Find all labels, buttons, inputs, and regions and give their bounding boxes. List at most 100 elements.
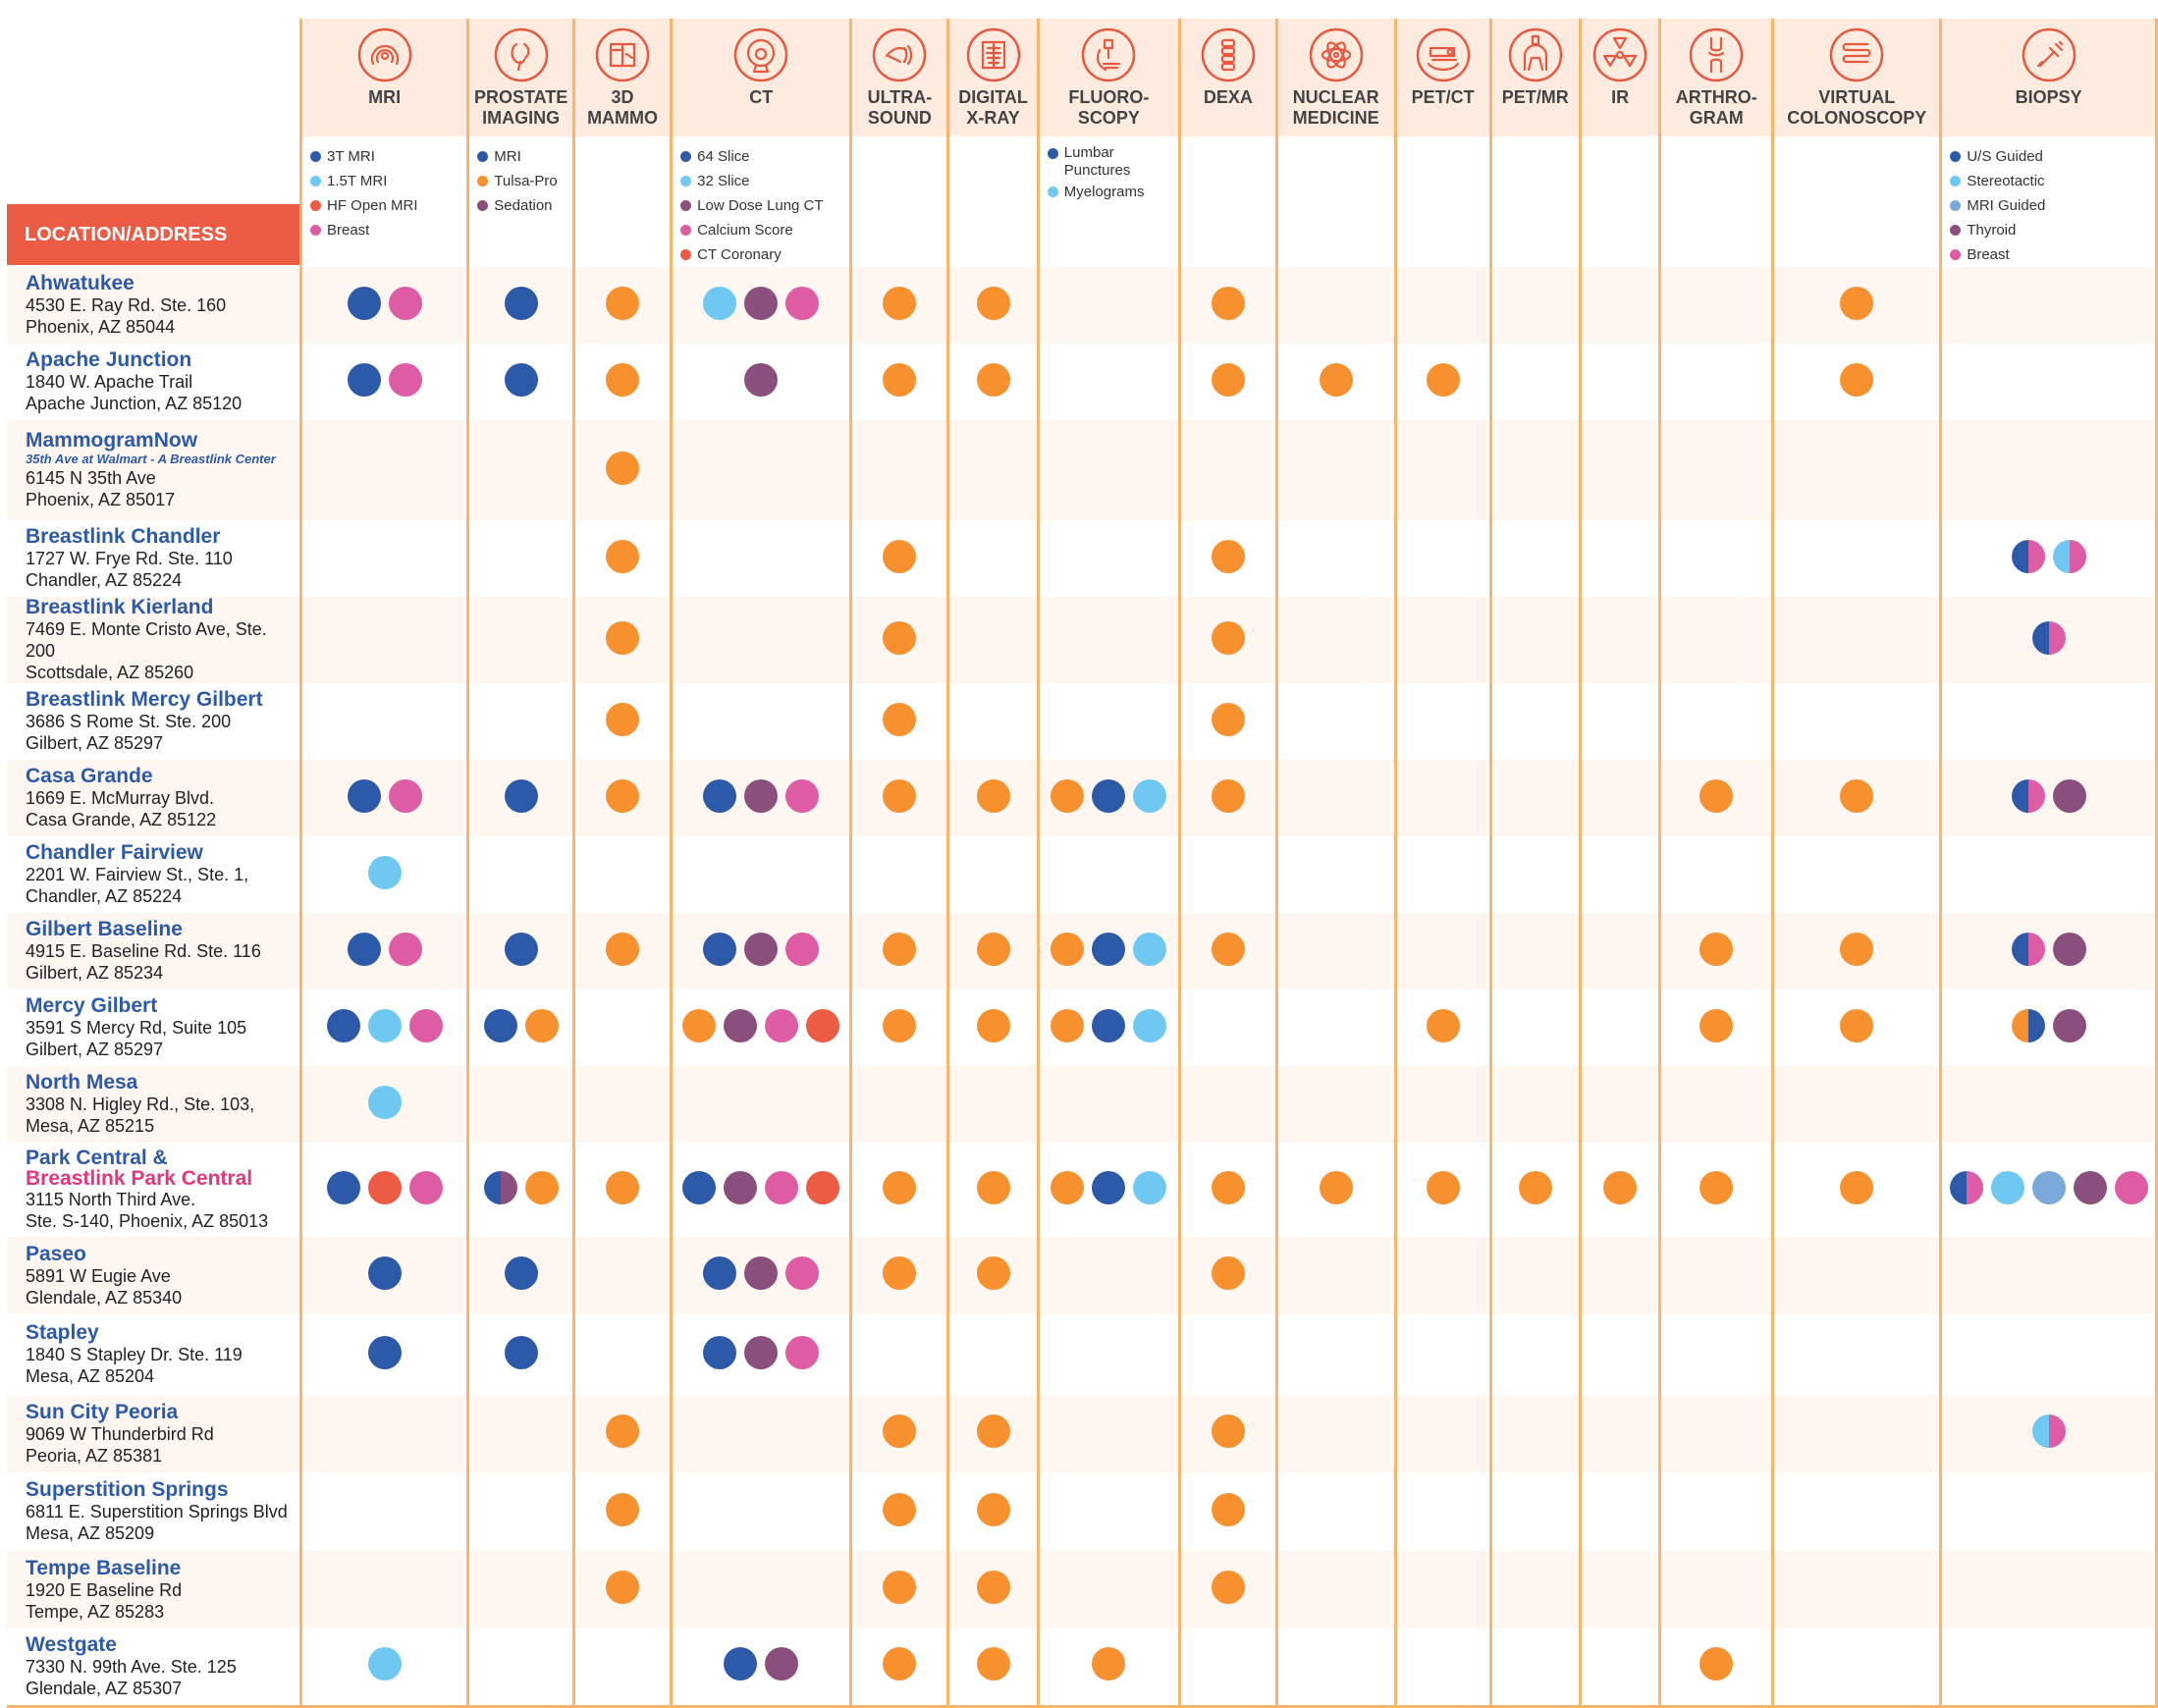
location-name[interactable]: Ahwatukee <box>26 273 299 294</box>
service-dot <box>606 286 640 320</box>
location-name[interactable]: Chandler Fairview <box>26 842 299 864</box>
service-dot <box>976 1008 1010 1042</box>
service-dot <box>606 702 640 736</box>
column-label: SCOPY <box>1077 108 1140 128</box>
column-label: DIGITAL <box>958 87 1028 107</box>
location-name[interactable]: Tempe Baseline <box>26 1557 299 1579</box>
location-address-line: Chandler, AZ 85224 <box>26 570 183 590</box>
service-cell-fluoro <box>1036 520 1180 597</box>
column-header-nuclear: NUCLEAR MEDICINE <box>1274 19 1396 136</box>
service-cell-dexa <box>1178 1237 1277 1314</box>
service-cell-ir <box>1578 683 1660 760</box>
service-dot <box>883 702 917 736</box>
location-name[interactable]: North Mesa <box>26 1072 299 1094</box>
service-cell-fluoro <box>1036 1551 1180 1628</box>
location-name[interactable]: Apache Junction <box>26 349 299 371</box>
service-dot <box>1840 286 1874 320</box>
location-name[interactable]: Mercy Gilbert <box>26 995 299 1017</box>
service-dot <box>1051 1170 1085 1204</box>
service-cell-mri <box>298 1066 468 1143</box>
location-name[interactable]: Breastlink Mercy Gilbert <box>26 689 299 711</box>
location-name[interactable]: Sun City Peoria <box>26 1401 299 1423</box>
service-cell-nuclear <box>1274 520 1396 597</box>
location-name[interactable]: Breastlink Chandler <box>26 526 299 548</box>
table-row: Superstition Springs 6811 E. Superstition… <box>7 1472 2158 1551</box>
location-name[interactable]: Stapley <box>26 1322 299 1344</box>
location-name[interactable]: Park Central & <box>26 1148 299 1169</box>
legend-cell-dexa <box>1178 136 1277 267</box>
location-address-line: Mesa, AZ 85204 <box>26 1366 155 1386</box>
service-cell-nuclear <box>1274 1066 1396 1143</box>
split-service-dot <box>483 1170 517 1204</box>
legend-label: 64 Slice <box>697 148 750 165</box>
service-dots <box>1211 1414 1245 1448</box>
legend-item: MRI <box>477 144 572 169</box>
service-dots <box>606 1414 640 1448</box>
column-label: ARTHRO- <box>1675 87 1757 107</box>
service-dot <box>976 1414 1010 1448</box>
service-dot <box>1211 702 1245 736</box>
service-cell-fluoro <box>1036 1395 1180 1472</box>
legend-label: Stereotactic <box>1967 173 2045 189</box>
service-cell-ct <box>670 344 851 420</box>
service-cell-colon <box>1771 520 1941 597</box>
legend-cell-ct: 64 Slice 32 Slice Low Dose Lung CT Calcium … <box>670 136 851 267</box>
location-name[interactable]: Westgate <box>26 1633 299 1656</box>
legend-item: Sedation <box>477 193 572 218</box>
service-cell-mammo <box>571 1551 672 1628</box>
service-cell-mammo <box>571 520 672 597</box>
legend-item: 3T MRI <box>309 144 466 169</box>
table-row: North Mesa 3308 N. Higley Rd., Ste. 103, M… <box>7 1066 2158 1143</box>
service-cell-petmr <box>1488 1628 1581 1708</box>
location-name[interactable]: Paseo <box>26 1243 299 1265</box>
service-dots <box>976 1008 1010 1042</box>
service-dots <box>1949 1170 2148 1204</box>
legend-swatch <box>309 176 321 187</box>
service-dot <box>1319 1170 1353 1204</box>
service-cell-petmr <box>1488 1237 1581 1314</box>
service-dot <box>1133 1170 1167 1204</box>
service-dot <box>1211 362 1245 397</box>
location-address-line: 4915 E. Baseline Rd. Ste. 116 <box>26 941 261 961</box>
service-cell-mammo <box>571 760 672 836</box>
service-dot <box>2031 1170 2066 1204</box>
service-cell-prostate <box>466 836 574 913</box>
service-dots <box>606 932 640 966</box>
service-cell-xray <box>946 344 1039 420</box>
service-dot <box>2073 1170 2107 1204</box>
service-dots <box>883 1008 917 1042</box>
location-name[interactable]: Gilbert Baseline <box>26 919 299 940</box>
service-cell-mri <box>298 1395 468 1472</box>
legend-item: Breast <box>309 218 466 242</box>
service-dot <box>785 778 820 813</box>
service-dots <box>724 1647 799 1681</box>
location-name[interactable]: MammogramNow <box>26 430 299 452</box>
service-dots <box>1699 1647 1734 1681</box>
service-cell-arthro <box>1658 597 1773 683</box>
service-dots <box>1051 932 1167 966</box>
legend-list: 64 Slice 32 Slice Low Dose Lung CT Calcium … <box>680 144 849 267</box>
service-dots <box>976 1414 1010 1448</box>
column-label: MEDICINE <box>1292 108 1379 128</box>
location-name[interactable]: Superstition Springs <box>26 1479 299 1501</box>
service-dots <box>1211 539 1245 573</box>
location-name[interactable]: Breastlink Kierland <box>26 597 299 618</box>
service-dot <box>524 1008 559 1042</box>
service-dots <box>1211 362 1245 397</box>
column-label: BIOPSY <box>2015 87 2082 107</box>
service-dot <box>1990 1170 2024 1204</box>
column-header-biopsy: BIOPSY <box>1939 19 2158 136</box>
column-label: IMAGING <box>482 108 561 128</box>
service-cell-fluoro <box>1036 1066 1180 1143</box>
table-row: Apache Junction 1840 W. Apache Trail Apach… <box>7 344 2158 420</box>
location-name-secondary[interactable]: Breastlink Park Central <box>26 1168 299 1189</box>
column-header-fluoro: FLUORO- SCOPY <box>1036 19 1180 136</box>
services-table: MRI PROSTATE IMAGING 3D MAMMO CT ULTRA- SOUND DI… <box>7 19 2158 1708</box>
location-name[interactable]: Casa Grande <box>26 766 299 787</box>
service-cell-fluoro <box>1036 420 1180 520</box>
service-dot <box>504 362 538 397</box>
legend-label: 3T MRI <box>326 148 375 165</box>
legend-label: Lumbar Punctures <box>1063 144 1131 179</box>
location-address-line: Casa Grande, AZ 85122 <box>26 810 217 829</box>
legend-swatch <box>680 249 692 260</box>
